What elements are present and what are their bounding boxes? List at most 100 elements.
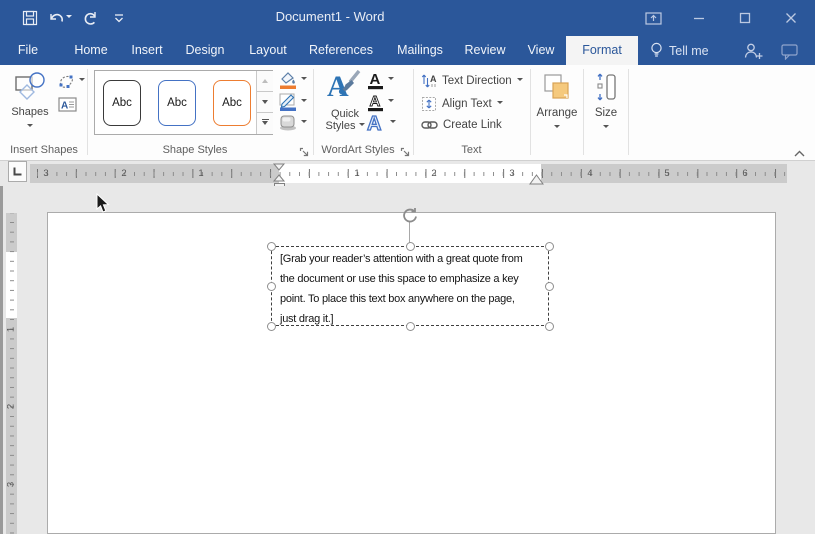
shapes-button[interactable]: Shapes <box>6 69 54 141</box>
text-group-label: Text <box>415 144 528 158</box>
gallery-scroll-down-button[interactable] <box>257 92 273 113</box>
text-direction-dropdown-caret <box>517 78 523 84</box>
wordart-styles-group-label: WordArt Styles <box>315 144 401 158</box>
ruler-number: 2 <box>6 401 17 413</box>
undo-button[interactable] <box>48 8 72 28</box>
resize-handle-top-right[interactable] <box>545 242 554 251</box>
ruler-number: 2 <box>428 168 440 179</box>
tab-format-active[interactable]: Format <box>566 36 638 65</box>
save-button[interactable] <box>22 8 38 28</box>
shapes-button-label: Shapes <box>6 106 54 118</box>
rotate-handle[interactable] <box>401 207 419 229</box>
tab-review[interactable]: Review <box>456 36 514 65</box>
text-box-line: [Grab your reader’s attention with a gre… <box>280 249 523 269</box>
text-box-line: the document or use this space to emphas… <box>280 269 523 289</box>
text-box-icon: A <box>58 96 77 113</box>
ruler-number: 6 <box>739 168 751 179</box>
text-box-button[interactable]: A <box>58 96 77 113</box>
text-fill-icon: A <box>366 70 385 90</box>
group-divider <box>413 69 414 155</box>
minimize-button[interactable] <box>682 6 716 30</box>
customize-qat-icon <box>113 11 125 25</box>
quick-styles-label-line2: Styles <box>325 120 355 132</box>
quick-styles-label-line1: Quick <box>322 108 368 120</box>
svg-text:A: A <box>370 93 381 110</box>
redo-button[interactable] <box>82 8 99 28</box>
edit-shape-dropdown-caret <box>79 78 85 84</box>
edit-shape-button[interactable] <box>57 72 85 90</box>
svg-text:A: A <box>370 71 381 88</box>
svg-text:A: A <box>61 101 68 112</box>
tab-design[interactable]: Design <box>177 36 233 65</box>
undo-dropdown-caret[interactable] <box>66 15 72 21</box>
text-box-content[interactable]: [Grab your reader’s attention with a gre… <box>280 249 523 329</box>
sign-in-button[interactable] <box>744 42 764 65</box>
maximize-button[interactable] <box>728 6 762 30</box>
tab-selector-button[interactable] <box>8 161 27 182</box>
text-outline-button[interactable]: A <box>366 92 394 112</box>
arrange-button[interactable]: Arrange <box>533 69 581 147</box>
comments-button[interactable] <box>781 44 799 65</box>
shape-effects-dropdown-caret <box>301 120 307 126</box>
shape-effects-button[interactable] <box>278 114 307 132</box>
ruler-number: 5 <box>661 168 673 179</box>
tab-layout[interactable]: Layout <box>240 36 296 65</box>
tell-me-label: Tell me <box>669 44 709 58</box>
customize-qat-button[interactable] <box>113 8 125 28</box>
left-edge-strip <box>0 186 3 534</box>
tab-references[interactable]: References <box>301 36 381 65</box>
tell-me-box[interactable]: Tell me <box>650 36 709 65</box>
group-divider <box>313 69 314 155</box>
quick-styles-button[interactable]: A Quick Styles <box>322 67 368 141</box>
text-effects-button[interactable]: A <box>363 111 396 135</box>
horizontal-ruler: 3 2 1 1 2 3 4 5 6 <box>30 164 787 183</box>
quick-styles-icon: A <box>326 67 364 103</box>
shape-outline-icon <box>278 92 298 112</box>
resize-handle-middle-left[interactable] <box>267 282 276 291</box>
ribbon-display-options-button[interactable] <box>636 6 670 30</box>
tab-view[interactable]: View <box>518 36 564 65</box>
tab-mailings[interactable]: Mailings <box>386 36 454 65</box>
resize-handle-bottom-right[interactable] <box>545 322 554 331</box>
shape-fill-dropdown-caret <box>301 77 307 83</box>
text-box-line: just drag it.] <box>280 309 523 329</box>
shape-fill-button[interactable] <box>278 70 307 90</box>
resize-handle-middle-right[interactable] <box>545 282 554 291</box>
ruler-ticks <box>30 164 787 183</box>
arrange-button-label: Arrange <box>533 107 581 119</box>
ruler-number: 1 <box>195 168 207 179</box>
dialog-launcher-icon <box>299 147 310 158</box>
tab-home[interactable]: Home <box>64 36 118 65</box>
text-fill-dropdown-caret <box>388 77 394 83</box>
maximize-icon <box>739 12 751 24</box>
shape-style-option-2[interactable]: Abc <box>158 80 196 126</box>
shape-style-option-1[interactable]: Abc <box>103 80 141 126</box>
gallery-scroll-up-button[interactable] <box>257 71 273 92</box>
group-divider <box>628 69 629 155</box>
text-direction-button[interactable]: A Text Direction <box>421 73 523 89</box>
shape-outline-button[interactable] <box>278 92 307 112</box>
tab-insert[interactable]: Insert <box>122 36 172 65</box>
text-box-line: point. To place this text box anywhere o… <box>280 289 523 309</box>
window-title: Document1 - Word <box>240 9 420 24</box>
text-effects-dropdown-caret <box>390 120 396 126</box>
resize-handle-top-center[interactable] <box>406 242 415 251</box>
text-fill-button[interactable]: A <box>366 70 394 90</box>
word-window: Document1 - Word File Home Insert <box>0 0 815 534</box>
size-button[interactable]: Size <box>586 69 626 147</box>
text-direction-icon: A <box>421 73 437 89</box>
resize-handle-bottom-left[interactable] <box>267 322 276 331</box>
resize-handle-top-left[interactable] <box>267 242 276 251</box>
group-divider <box>583 69 584 155</box>
tab-file[interactable]: File <box>8 36 48 65</box>
shape-style-option-3[interactable]: Abc <box>213 80 251 126</box>
lightbulb-icon <box>650 42 663 59</box>
close-button[interactable] <box>774 6 808 30</box>
text-effects-icon: A <box>363 111 387 135</box>
gallery-more-button[interactable] <box>257 113 273 134</box>
edit-shape-icon <box>57 72 76 90</box>
resize-handle-bottom-center[interactable] <box>406 322 415 331</box>
create-link-button[interactable]: Create Link <box>421 119 502 131</box>
group-divider <box>530 69 531 155</box>
align-text-button[interactable]: Align Text <box>421 96 503 112</box>
